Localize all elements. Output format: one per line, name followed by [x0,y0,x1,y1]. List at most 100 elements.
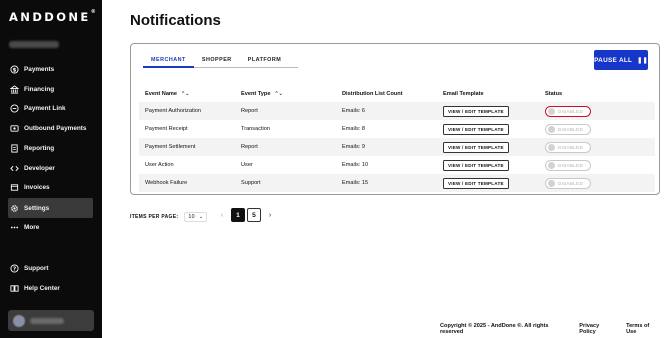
email-template-cell: VIEW / EDIT TEMPLATE [443,102,545,120]
toggle-knob [548,179,555,187]
view-edit-template-button[interactable]: VIEW / EDIT TEMPLATE [443,159,509,171]
column-header-event-name[interactable]: Event Name ⌃⌄ [139,86,241,102]
distribution-count-cell: Emails: 15 [342,180,369,186]
sidebar-item-invoices[interactable]: Invoices [9,178,94,197]
tab-shopper[interactable]: SHOPPER [194,54,240,68]
chevron-down-icon: ⌄ [198,214,204,220]
sort-icon: ⌃⌄ [181,91,190,97]
prev-page-button[interactable]: ‹ [215,208,229,222]
table-row: Webhook Failure Support Emails: 15 VIEW … [139,174,655,192]
view-edit-template-button[interactable]: VIEW / EDIT TEMPLATE [443,177,509,189]
sidebar-item-label: Developer [24,165,55,172]
pause-all-label: PAUSE ALL [594,56,633,64]
distribution-count-cell: Emails: 10 [342,162,369,168]
column-header-status: Status [545,91,563,97]
sidebar-item-more[interactable]: More [9,218,94,237]
sidebar-item-payment-link[interactable]: Payment Link [9,99,94,118]
view-edit-template-button[interactable]: VIEW / EDIT TEMPLATE [443,123,509,135]
copyright-text: Copyright © 2025 - AndDone ®. All rights… [440,323,549,335]
avatar [13,314,25,327]
view-edit-template-button[interactable]: VIEW / EDIT TEMPLATE [443,105,509,117]
status-cell: DISABLED [545,120,655,138]
toggle-knob [548,161,555,169]
sidebar-item-developer[interactable]: Developer [9,159,94,178]
status-label: DISABLED [558,162,584,168]
status-toggle[interactable]: DISABLED [545,141,591,153]
event-type-cell: Report [241,108,258,114]
table-row: Payment Authorization Report Emails: 6 V… [139,102,655,120]
page-button-current[interactable]: 1 [231,208,245,222]
table-row: User Action User Emails: 10 VIEW / EDIT … [139,156,655,174]
sidebar-item-label: Help Center [24,285,60,292]
toggle-knob [548,107,555,115]
sidebar: ANDDONE® $ Payments Financing Payment Li… [0,0,102,338]
distribution-count-cell: Emails: 8 [342,126,366,132]
event-type-cell: Transaction [241,126,271,132]
gear-icon [9,203,19,213]
email-template-cell: VIEW / EDIT TEMPLATE [443,174,545,192]
status-toggle[interactable]: DISABLED [545,177,591,189]
sidebar-item-help-center[interactable]: Help Center [9,279,94,298]
event-name-cell: Payment Authorization [145,108,201,114]
question-icon: ? [9,264,19,274]
column-header-distribution-count: Distribution List Count [342,91,403,97]
event-type-cell: Support [241,180,261,186]
tab-bar: MERCHANT SHOPPER PLATFORM [143,54,298,68]
sidebar-item-support[interactable]: ? Support [9,259,94,278]
toggle-knob [548,143,555,151]
sidebar-item-financing[interactable]: Financing [9,80,94,99]
status-label: DISABLED [558,108,584,114]
sidebar-item-label: Payments [24,66,55,73]
tab-merchant[interactable]: MERCHANT [143,54,194,68]
tab-platform[interactable]: PLATFORM [240,54,290,68]
account-name-redacted[interactable] [9,41,59,48]
sidebar-item-payments[interactable]: $ Payments [9,60,94,79]
page-title: Notifications [130,12,221,29]
code-icon [9,164,19,174]
bank-icon [9,85,19,95]
pause-icon: ❚❚ [637,57,648,64]
terms-of-use-link[interactable]: Terms of Use [626,323,660,335]
view-edit-template-button[interactable]: VIEW / EDIT TEMPLATE [443,141,509,153]
status-toggle[interactable]: DISABLED [545,159,591,171]
sidebar-item-label: Settings [24,204,50,212]
pause-all-button[interactable]: PAUSE ALL ❚❚ [594,50,648,70]
email-template-cell: VIEW / EDIT TEMPLATE [443,120,545,138]
event-type-cell: User [241,162,253,168]
link-icon [9,104,19,114]
svg-text:?: ? [12,266,15,272]
sidebar-item-label: More [24,224,40,231]
items-per-page-value: 10 [188,214,195,220]
user-menu[interactable] [8,310,94,331]
status-toggle[interactable]: DISABLED [545,123,591,135]
sidebar-item-reporting[interactable]: Reporting [9,139,94,158]
sidebar-item-outbound-payments[interactable]: Outbound Payments [9,119,94,138]
page-button[interactable]: 5 [247,208,261,222]
status-toggle[interactable]: DISABLED [545,105,591,117]
email-template-cell: VIEW / EDIT TEMPLATE [443,156,545,174]
email-template-cell: VIEW / EDIT TEMPLATE [443,138,545,156]
notifications-card: MERCHANT SHOPPER PLATFORM PAUSE ALL ❚❚ E… [130,43,660,195]
invoice-icon [9,183,19,193]
svg-text:$: $ [12,67,16,73]
notifications-table: Event Name ⌃⌄ Event Type ⌃⌄ Distribution L… [139,86,655,192]
column-header-event-type[interactable]: Event Type ⌃⌄ [241,86,342,102]
next-page-button[interactable]: › [263,208,277,222]
items-per-page-label: ITEMS PER PAGE: [130,214,179,220]
distribution-count-cell: Emails: 9 [342,144,366,150]
items-per-page-select[interactable]: 10 ⌄ [184,212,208,222]
event-type-cell: Report [241,144,258,150]
logo[interactable]: ANDDONE® [9,9,96,24]
privacy-policy-link[interactable]: Privacy Policy [579,323,616,335]
dollar-circle-icon: $ [9,65,19,75]
event-name-cell: Payment Receipt [145,126,188,132]
sidebar-item-label: Support [24,265,49,272]
status-cell: DISABLED [545,138,655,156]
sidebar-item-settings[interactable]: Settings [8,198,93,218]
status-label: DISABLED [558,180,584,186]
sidebar-item-label: Payment Link [24,105,66,112]
report-icon [9,144,19,154]
outbound-icon [9,124,19,134]
status-label: DISABLED [558,144,584,150]
event-name-cell: User Action [145,162,174,168]
